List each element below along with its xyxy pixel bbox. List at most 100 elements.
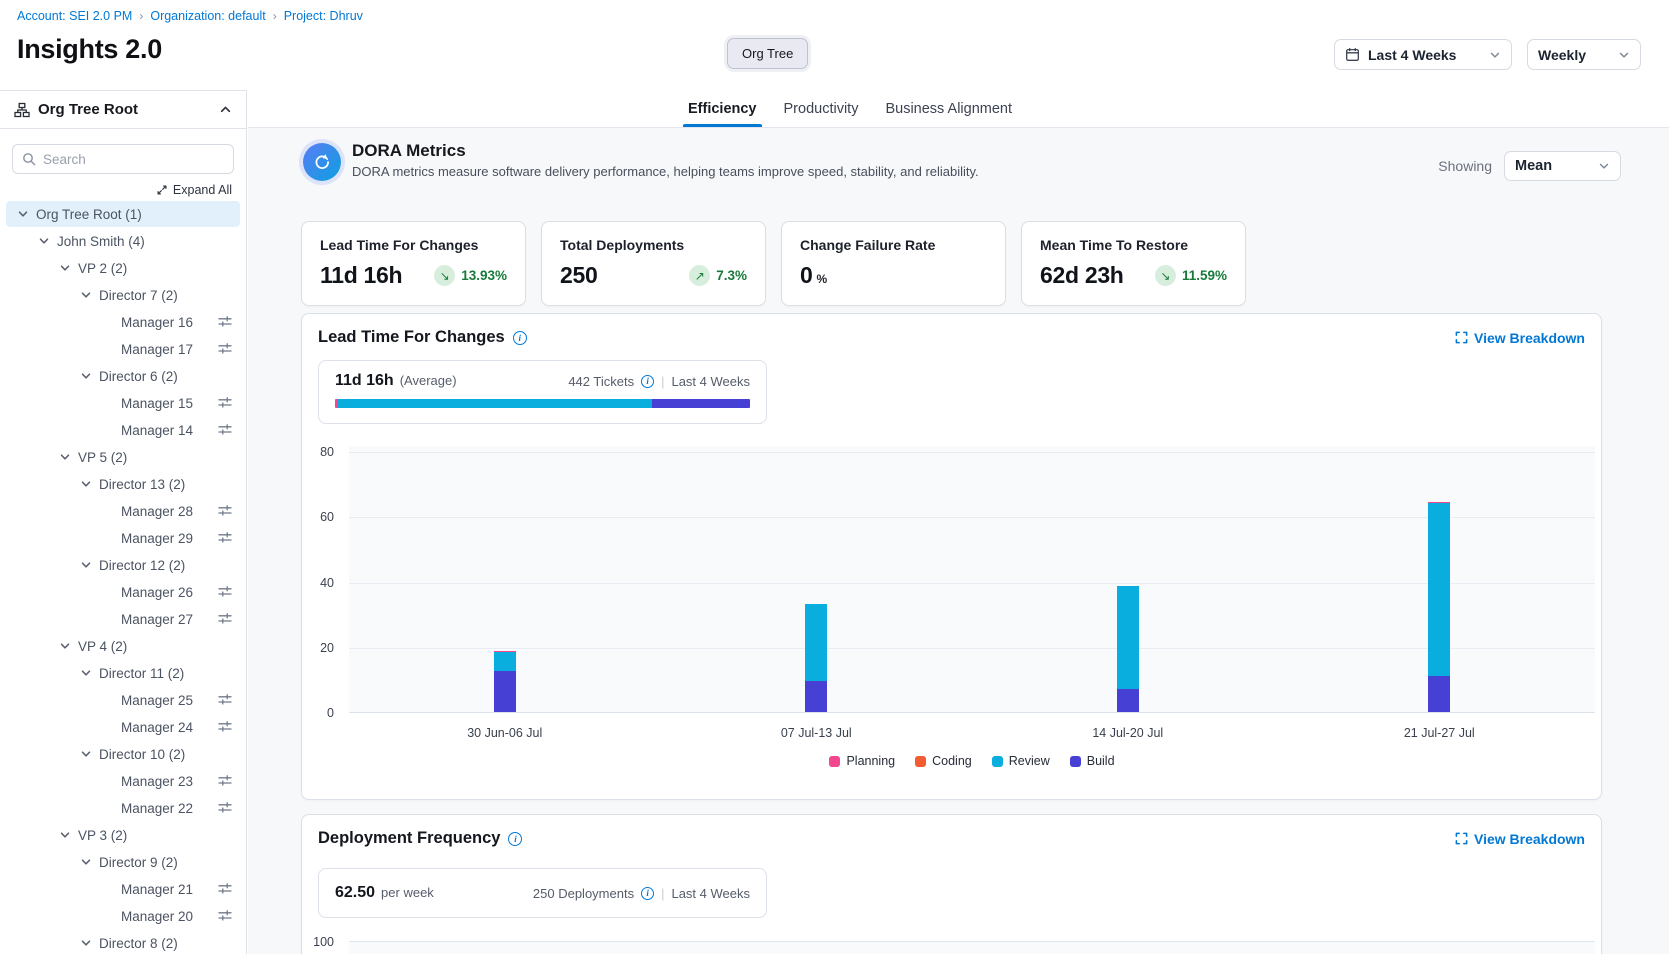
filters-icon[interactable] xyxy=(218,396,232,409)
tree-item[interactable]: VP 2 (2) xyxy=(6,255,240,281)
tree-item[interactable]: Director 8 (2) xyxy=(6,930,240,954)
showing-select[interactable]: Mean xyxy=(1504,151,1621,181)
deploy-view-breakdown-link[interactable]: View Breakdown xyxy=(1455,831,1585,847)
bar-segment-build xyxy=(805,681,827,712)
tree-item[interactable]: Manager 25 xyxy=(6,687,240,713)
tree-item[interactable]: Manager 16 xyxy=(6,309,240,335)
deploy-summary-period: Last 4 Weeks xyxy=(671,886,750,901)
summary-bar-segment-build xyxy=(652,399,750,408)
breadcrumb: Account: SEI 2.0 PM › Organization: defa… xyxy=(17,9,363,23)
chevron-down-icon xyxy=(17,208,29,220)
metric-card: Change Failure Rate0% xyxy=(781,221,1006,306)
expand-all-label: Expand All xyxy=(173,183,232,197)
expand-all-link[interactable]: Expand All xyxy=(156,183,232,197)
tree-item[interactable]: Org Tree Root (1) xyxy=(6,201,240,227)
tree-item-label: Manager 24 xyxy=(121,720,193,735)
tree-item[interactable]: Director 9 (2) xyxy=(6,849,240,875)
gridline xyxy=(349,517,1595,518)
lead-view-breakdown-link[interactable]: View Breakdown xyxy=(1455,330,1585,346)
tree-item[interactable]: Director 12 (2) xyxy=(6,552,240,578)
tree-item-label: Manager 27 xyxy=(121,612,193,627)
tree-item[interactable]: Manager 22 xyxy=(6,795,240,821)
tree-item[interactable]: Manager 20 xyxy=(6,903,240,929)
filters-icon[interactable] xyxy=(218,315,232,328)
filters-icon[interactable] xyxy=(218,612,232,625)
legend-label: Build xyxy=(1087,754,1115,768)
top-header: Account: SEI 2.0 PM › Organization: defa… xyxy=(0,0,1669,90)
filters-icon[interactable] xyxy=(218,342,232,355)
tree-item[interactable]: Manager 24 xyxy=(6,714,240,740)
filters-icon[interactable] xyxy=(218,882,232,895)
breadcrumb-organization-link[interactable]: Organization: default xyxy=(150,9,265,23)
tree-item[interactable]: VP 3 (2) xyxy=(6,822,240,848)
info-icon[interactable]: i xyxy=(508,832,522,846)
tree-item[interactable]: Director 10 (2) xyxy=(6,741,240,767)
filters-icon[interactable] xyxy=(218,909,232,922)
tree-item[interactable]: VP 4 (2) xyxy=(6,633,240,659)
sidebar-header[interactable]: Org Tree Root xyxy=(0,91,246,129)
date-range-value: Last 4 Weeks xyxy=(1368,47,1456,63)
chevron-down-icon xyxy=(59,451,71,463)
breadcrumb-account-link[interactable]: Account: SEI 2.0 PM xyxy=(17,9,132,23)
filters-icon[interactable] xyxy=(218,720,232,733)
tree-item-label: Manager 28 xyxy=(121,504,193,519)
tree-item-label: VP 3 (2) xyxy=(78,828,127,843)
lead-time-panel: Lead Time For Changes i View Breakdown 1… xyxy=(301,313,1602,800)
breadcrumb-project-link[interactable]: Project: Dhruv xyxy=(284,9,363,23)
filters-icon[interactable] xyxy=(218,585,232,598)
tree-item[interactable]: Manager 17 xyxy=(6,336,240,362)
lead-summary-value: 11d 16h xyxy=(335,372,394,390)
tree-item[interactable]: Manager 26 xyxy=(6,579,240,605)
tree-item[interactable]: Manager 28 xyxy=(6,498,240,524)
tree-item[interactable]: Director 6 (2) xyxy=(6,363,240,389)
granularity-select[interactable]: Weekly xyxy=(1527,39,1641,70)
tab-productivity[interactable]: Productivity xyxy=(784,90,859,127)
org-tree-toggle-button[interactable]: Org Tree xyxy=(727,38,808,69)
stacked-bar xyxy=(1428,502,1450,712)
chevron-down-icon xyxy=(80,478,92,490)
tree-item[interactable]: Manager 15 xyxy=(6,390,240,416)
legend-swatch xyxy=(992,756,1003,767)
legend-item-review[interactable]: Review xyxy=(992,754,1050,768)
filters-icon[interactable] xyxy=(218,531,232,544)
tree-item[interactable]: VP 5 (2) xyxy=(6,444,240,470)
tree-item[interactable]: Manager 27 xyxy=(6,606,240,632)
search-input[interactable] xyxy=(43,152,224,167)
metric-cards-row: Lead Time For Changes11d 16h↘13.93%Total… xyxy=(301,221,1246,306)
chevron-down-icon xyxy=(1598,160,1610,172)
info-icon[interactable]: i xyxy=(641,375,654,388)
tab-efficiency[interactable]: Efficiency xyxy=(688,90,757,127)
tree-item[interactable]: Manager 14 xyxy=(6,417,240,443)
chevron-up-icon[interactable] xyxy=(219,103,232,116)
info-icon[interactable]: i xyxy=(513,331,527,345)
legend-item-planning[interactable]: Planning xyxy=(829,754,895,768)
filters-icon[interactable] xyxy=(218,423,232,436)
tree-item[interactable]: Director 7 (2) xyxy=(6,282,240,308)
tree-item[interactable]: Manager 21 xyxy=(6,876,240,902)
y-axis-tick-label: 80 xyxy=(320,445,334,459)
lead-summary-stacked-bar xyxy=(335,399,750,408)
filters-icon[interactable] xyxy=(218,801,232,814)
tree-item[interactable]: Manager 23 xyxy=(6,768,240,794)
tab-business-alignment[interactable]: Business Alignment xyxy=(885,90,1012,127)
legend-item-coding[interactable]: Coding xyxy=(915,754,972,768)
metric-card: Total Deployments250↗7.3% xyxy=(541,221,766,306)
tree-item-label: Manager 16 xyxy=(121,315,193,330)
dora-metrics-description: DORA metrics measure software delivery p… xyxy=(352,164,979,179)
tree-item[interactable]: John Smith (4) xyxy=(6,228,240,254)
tree-item-label: Org Tree Root (1) xyxy=(36,207,142,222)
tree-item[interactable]: Director 13 (2) xyxy=(6,471,240,497)
metric-card: Lead Time For Changes11d 16h↘13.93% xyxy=(301,221,526,306)
date-range-select[interactable]: Last 4 Weeks xyxy=(1334,39,1512,70)
info-icon[interactable]: i xyxy=(641,887,654,900)
filters-icon[interactable] xyxy=(218,504,232,517)
tree-item-label: Manager 14 xyxy=(121,423,193,438)
filters-icon[interactable] xyxy=(218,693,232,706)
legend-item-build[interactable]: Build xyxy=(1070,754,1115,768)
chart-legend: Planning Coding Review Build xyxy=(349,754,1595,768)
tree-item[interactable]: Director 11 (2) xyxy=(6,660,240,686)
tree-item[interactable]: Manager 29 xyxy=(6,525,240,551)
tree-item-label: Manager 21 xyxy=(121,882,193,897)
filters-icon[interactable] xyxy=(218,774,232,787)
stacked-bar xyxy=(805,604,827,712)
